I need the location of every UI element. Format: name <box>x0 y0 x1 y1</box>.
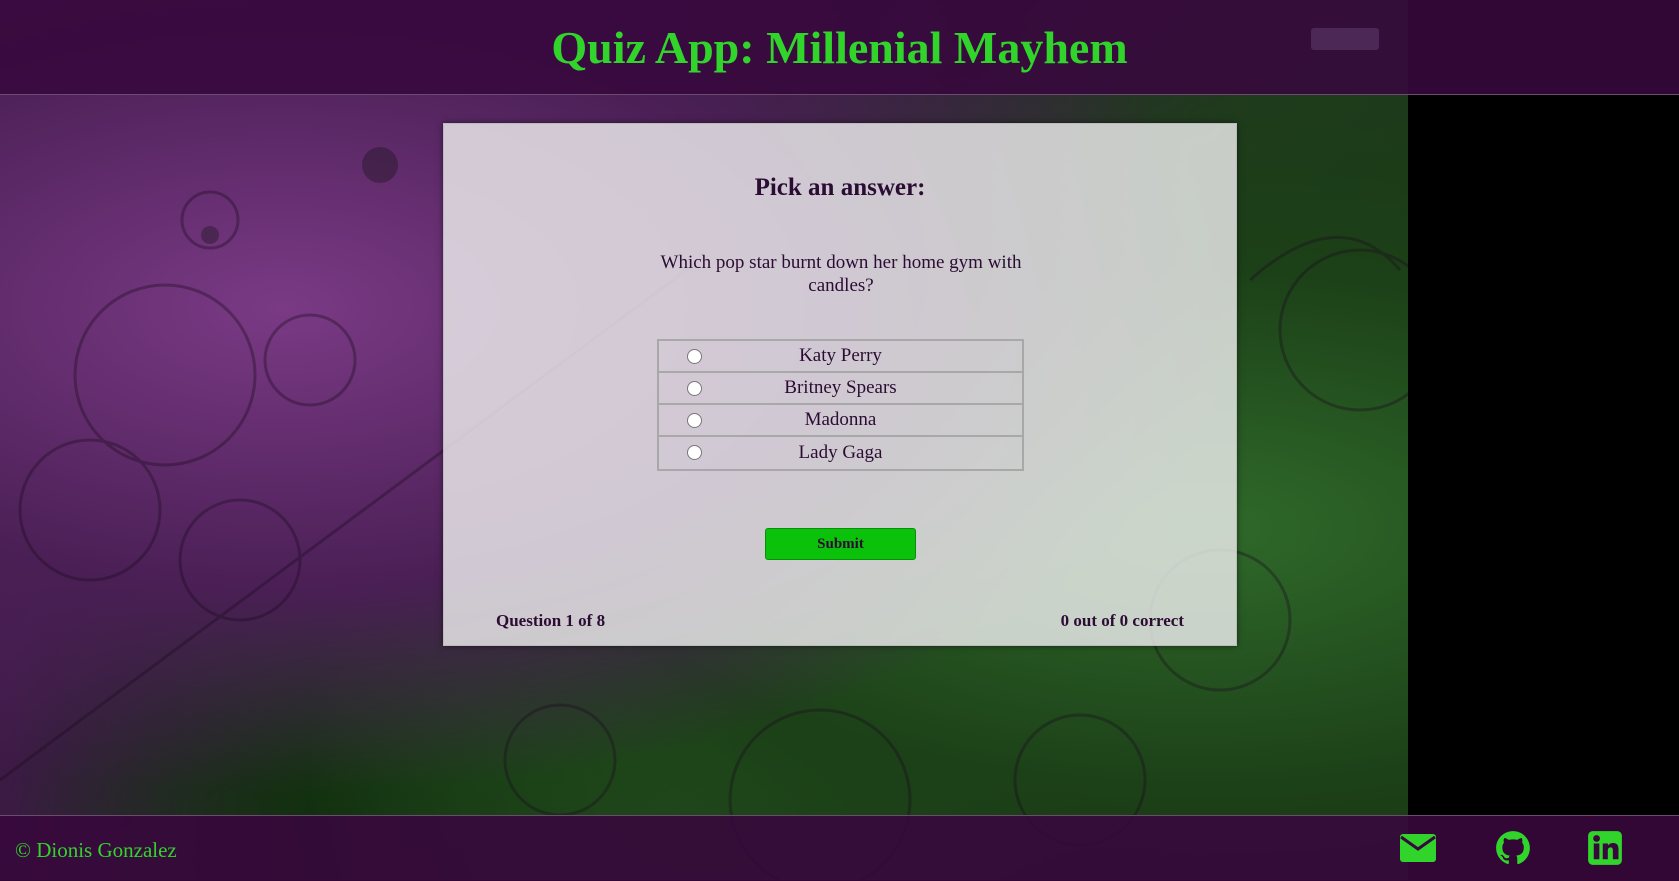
answer-label: Lady Gaga <box>798 442 883 463</box>
answer-option[interactable]: Madonna <box>659 405 1022 437</box>
submit-button[interactable]: Submit <box>765 528 916 560</box>
answer-radio[interactable] <box>687 349 702 364</box>
answer-label: Madonna <box>804 409 877 430</box>
answer-option[interactable]: Katy Perry <box>659 341 1022 373</box>
linkedin-icon[interactable] <box>1586 830 1624 866</box>
answer-option[interactable]: Lady Gaga <box>659 437 1022 469</box>
question-progress: Question 1 of 8 <box>496 611 606 630</box>
answer-radio[interactable] <box>687 381 702 396</box>
score-counter: 0 out of 0 correct <box>1060 611 1184 630</box>
app-header: Quiz App: Millenial Mayhem <box>0 0 1679 95</box>
answer-list: Katy Perry Britney Spears Madonna Lady G… <box>657 339 1024 471</box>
answer-radio[interactable] <box>687 445 702 460</box>
answer-label: Britney Spears <box>784 377 897 398</box>
answer-radio[interactable] <box>687 413 702 428</box>
quiz-heading: Pick an answer: <box>754 174 926 201</box>
question-text: Which pop star burnt down her home gym w… <box>660 252 1022 296</box>
answer-option[interactable]: Britney Spears <box>659 373 1022 405</box>
copyright-text: © Dionis Gonzalez <box>15 838 177 862</box>
answer-label: Katy Perry <box>799 345 882 366</box>
github-icon[interactable] <box>1494 830 1532 866</box>
app-footer: © Dionis Gonzalez <box>0 815 1679 881</box>
app-title: Quiz App: Millenial Mayhem <box>551 21 1128 73</box>
wallpaper-watermark <box>1311 28 1379 50</box>
quiz-card: Pick an answer: Which pop star burnt dow… <box>443 123 1237 646</box>
envelope-icon[interactable] <box>1399 830 1437 866</box>
